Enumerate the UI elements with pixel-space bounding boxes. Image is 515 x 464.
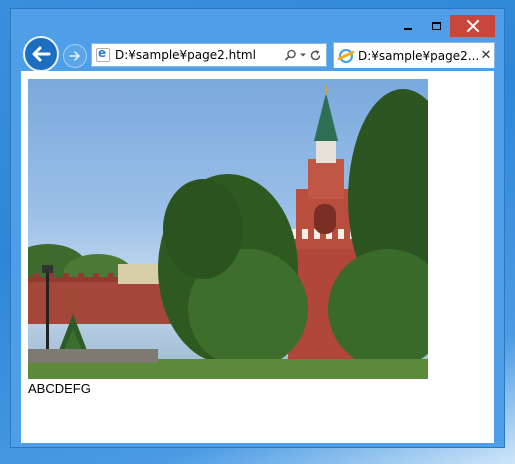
address-input[interactable]: D:¥sample¥page2.html <box>115 48 284 62</box>
tab-page2[interactable]: D:¥sample¥page2.... ✕ <box>333 42 495 68</box>
maximize-icon <box>431 22 441 30</box>
address-actions <box>284 49 322 62</box>
address-bar[interactable]: e D:¥sample¥page2.html <box>91 43 327 67</box>
back-arrow-icon <box>32 46 51 62</box>
browser-window: e D:¥sample¥page2.html D:¥sample¥page2..… <box>10 8 505 448</box>
close-window-button[interactable] <box>450 15 495 37</box>
window-controls <box>394 15 495 37</box>
page-favicon-icon: e <box>96 46 110 62</box>
forward-arrow-icon <box>69 51 80 61</box>
minimize-icon <box>404 28 412 30</box>
close-icon <box>466 19 480 33</box>
kremlin-photo <box>28 79 428 379</box>
tab-close-icon[interactable]: ✕ <box>478 48 494 63</box>
image-caption: ABCDEFG <box>28 381 91 396</box>
ie-icon <box>339 48 353 63</box>
tab-title: D:¥sample¥page2.... <box>358 48 478 63</box>
maximize-button[interactable] <box>422 15 450 37</box>
minimize-button[interactable] <box>394 15 422 37</box>
photo-illustration <box>28 85 428 379</box>
chevron-down-icon[interactable] <box>299 51 307 59</box>
page-content: ABCDEFG <box>21 71 494 443</box>
refresh-icon[interactable] <box>309 49 322 62</box>
forward-button[interactable] <box>63 44 87 68</box>
search-icon[interactable] <box>284 49 297 62</box>
back-button[interactable] <box>23 36 59 72</box>
